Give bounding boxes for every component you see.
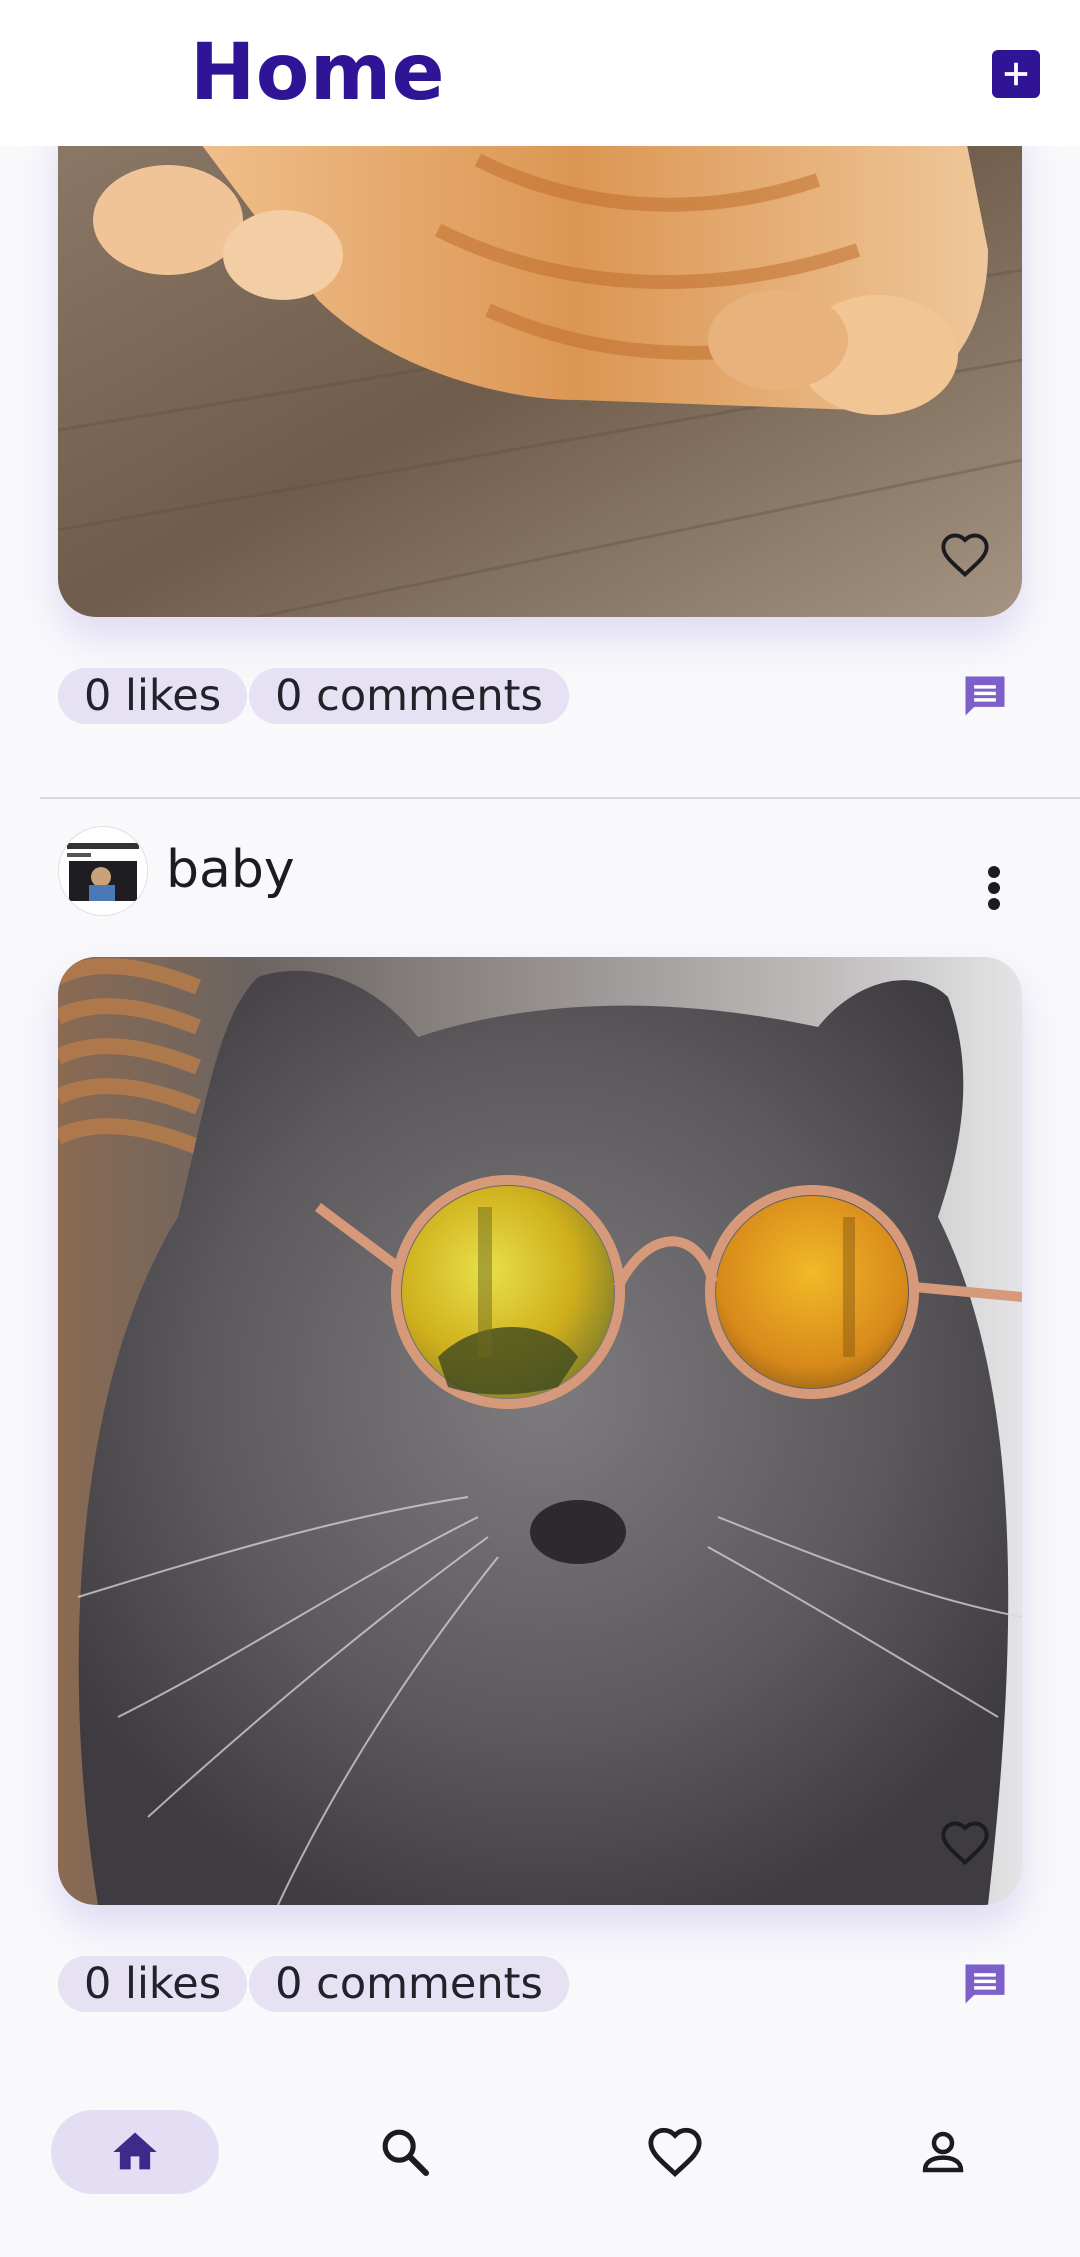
nav-search[interactable] [360,2110,450,2194]
comment-icon[interactable] [958,1958,1012,2010]
heart-outline-icon[interactable] [936,1817,994,1869]
likes-count-chip[interactable]: 0 likes [58,1956,248,2012]
add-post-button[interactable] [992,50,1040,98]
add-box-icon [1004,62,1028,86]
post-header: baby [58,826,1022,916]
heart-outline-icon [648,2127,702,2178]
heart-outline-icon[interactable] [936,529,994,581]
username[interactable]: baby [166,840,295,900]
page-title: Home [190,28,446,118]
post-image[interactable] [58,100,1022,617]
more-vertical-icon[interactable] [984,864,1004,912]
post-stats: 0 likes 0 comments [58,1956,569,2014]
top-app-bar: Home [0,0,1080,146]
post-divider [40,797,1080,799]
nav-profile[interactable] [898,2110,988,2194]
comment-icon[interactable] [958,670,1012,722]
nav-favorites[interactable] [630,2110,720,2194]
nav-home[interactable] [51,2110,219,2194]
feed: 0 likes 0 comments baby 0 likes 0 commen… [0,0,1080,2257]
comments-count-chip[interactable]: 0 comments [249,668,569,724]
orange-cat-photo [58,100,1022,617]
post-image[interactable] [58,957,1022,1905]
search-icon [382,2129,430,2177]
likes-count-chip[interactable]: 0 likes [58,668,248,724]
grey-cat-sunglasses-photo [58,957,1022,1905]
post-stats: 0 likes 0 comments [58,668,569,726]
bottom-navigation [0,2090,1080,2257]
avatar[interactable] [58,826,148,916]
home-icon [113,2132,157,2170]
person-icon [922,2131,964,2173]
comments-count-chip[interactable]: 0 comments [249,1956,569,2012]
avatar-image [59,827,147,915]
